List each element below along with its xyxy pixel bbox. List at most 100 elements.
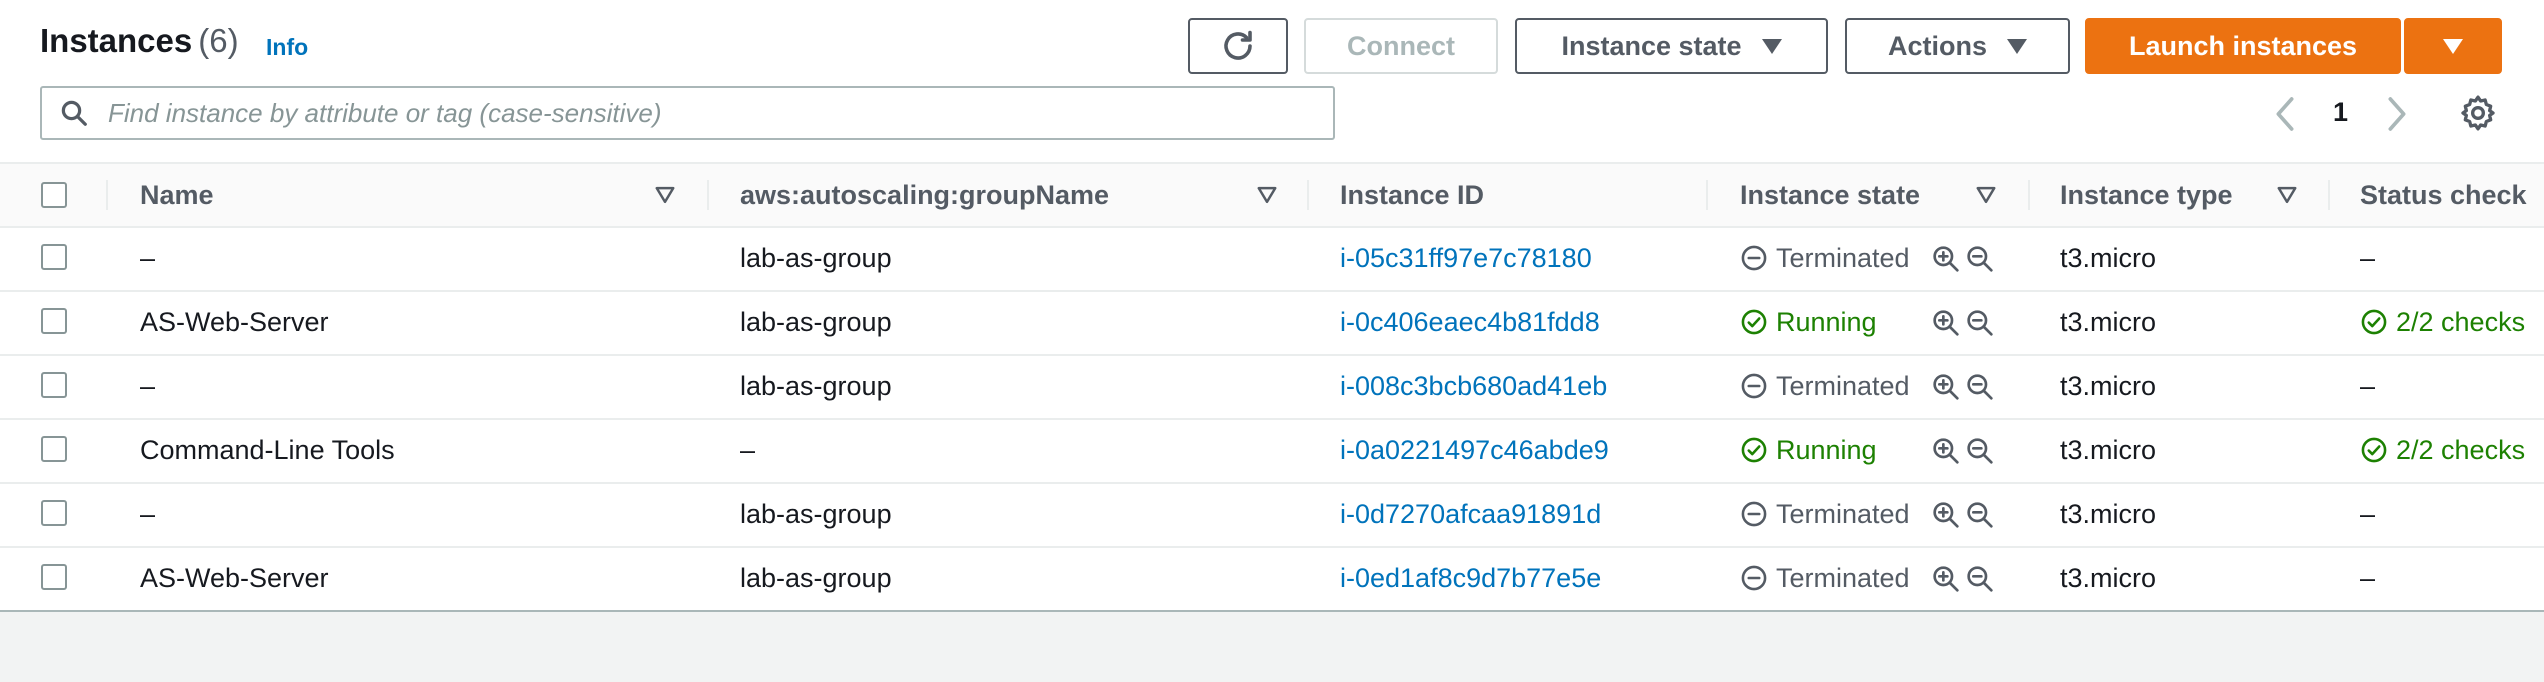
instance-state: Terminated — [1740, 226, 1910, 290]
state-filter-icons — [1930, 563, 1996, 600]
row-checkbox[interactable] — [41, 500, 67, 526]
zoom-out-icon[interactable] — [1964, 563, 1996, 600]
connect-button[interactable]: Connect — [1304, 18, 1498, 74]
column-header-group[interactable]: aws:autoscaling:groupName — [740, 164, 1109, 226]
sort-icon[interactable] — [2276, 184, 2298, 211]
instance-state-text: Terminated — [1776, 498, 1910, 529]
instance-id-link[interactable]: i-0a0221497c46abde9 — [1340, 418, 1609, 482]
next-page-icon[interactable] — [2382, 94, 2412, 139]
caret-down-icon — [2007, 38, 2027, 54]
status-check-text: 2/2 checks — [2396, 434, 2526, 465]
instance-name: – — [140, 242, 156, 273]
instance-type: t3.micro — [2060, 498, 2157, 529]
column-header-instance-state[interactable]: Instance state — [1740, 164, 1920, 226]
row-checkbox[interactable] — [41, 308, 67, 334]
autoscaling-group: lab-as-group — [740, 498, 892, 529]
actions-label: Actions — [1887, 30, 1987, 61]
zoom-out-icon[interactable] — [1964, 307, 1996, 344]
column-header-instance-type[interactable]: Instance type — [2060, 164, 2233, 226]
status-check-text: – — [2360, 370, 2376, 401]
sort-icon[interactable] — [1975, 184, 1997, 211]
zoom-in-icon[interactable] — [1930, 499, 1962, 536]
column-header-instance-id[interactable]: Instance ID — [1340, 164, 1484, 226]
instance-name: Command-Line Tools — [140, 434, 395, 465]
instance-name: AS-Web-Server — [140, 562, 329, 593]
instance-id-link[interactable]: i-05c31ff97e7c78180 — [1340, 226, 1592, 290]
stopped-circle-icon — [1740, 372, 1768, 400]
search-icon — [42, 98, 106, 128]
zoom-out-icon[interactable] — [1964, 499, 1996, 536]
zoom-in-icon[interactable] — [1930, 435, 1962, 472]
previous-page-icon[interactable] — [2270, 94, 2300, 139]
table-row[interactable]: AS-Web-Server lab-as-group i-0c406eaec4b81… — [0, 290, 2544, 356]
instance-id-link[interactable]: i-0ed1af8c9d7b77e5e — [1340, 546, 1601, 610]
check-circle-icon — [1740, 436, 1768, 464]
instance-type: t3.micro — [2060, 370, 2157, 401]
instance-id-link[interactable]: i-008c3bcb680ad41eb — [1340, 354, 1607, 418]
launch-options-dropdown[interactable] — [2404, 18, 2502, 74]
zoom-out-icon[interactable] — [1964, 435, 1996, 472]
actions-dropdown[interactable]: Actions — [1845, 18, 2070, 74]
row-checkbox[interactable] — [41, 564, 67, 590]
table-header: Name aws:autoscaling:groupName Instance … — [0, 162, 2544, 228]
zoom-in-icon[interactable] — [1930, 307, 1962, 344]
instance-type: t3.micro — [2060, 434, 2157, 465]
current-page-number[interactable]: 1 — [2333, 97, 2348, 128]
instance-state-dropdown[interactable]: Instance state — [1515, 18, 1828, 74]
instance-name: AS-Web-Server — [140, 306, 329, 337]
table-row[interactable]: – lab-as-group i-05c31ff97e7c78180 Terminat… — [0, 226, 2544, 292]
instance-state: Running — [1740, 290, 1877, 354]
status-check: 2/2 checks — [2360, 290, 2525, 354]
check-circle-icon — [2360, 436, 2388, 464]
zoom-out-icon[interactable] — [1964, 371, 1996, 408]
check-circle-icon — [2360, 308, 2388, 336]
gear-icon[interactable] — [2458, 93, 2498, 138]
search-input[interactable] — [106, 96, 1333, 130]
status-check: – — [2360, 354, 2375, 418]
row-checkbox[interactable] — [41, 244, 67, 270]
instance-state: Running — [1740, 418, 1877, 482]
row-checkbox[interactable] — [41, 436, 67, 462]
column-header-name[interactable]: Name — [140, 164, 214, 226]
instance-type: t3.micro — [2060, 306, 2157, 337]
column-divider — [2028, 180, 2030, 210]
instance-name: – — [140, 498, 156, 529]
instance-state: Terminated — [1740, 354, 1910, 418]
stopped-circle-icon — [1740, 564, 1768, 592]
status-check: – — [2360, 482, 2375, 546]
state-filter-icons — [1930, 435, 1996, 472]
refresh-icon — [1220, 28, 1256, 64]
refresh-button[interactable] — [1188, 18, 1288, 74]
instance-count: (6) — [198, 22, 239, 59]
search-box[interactable] — [40, 86, 1335, 140]
instance-state-text: Running — [1776, 434, 1877, 465]
zoom-in-icon[interactable] — [1930, 243, 1962, 280]
column-divider — [1307, 180, 1309, 210]
table-row[interactable]: AS-Web-Server lab-as-group i-0ed1af8c9d7b7… — [0, 546, 2544, 610]
zoom-out-icon[interactable] — [1964, 243, 1996, 280]
status-check: – — [2360, 226, 2375, 290]
stopped-circle-icon — [1740, 500, 1768, 528]
column-header-status-check[interactable]: Status check — [2360, 164, 2527, 226]
sort-icon[interactable] — [654, 184, 676, 211]
select-all-checkbox[interactable] — [41, 182, 67, 208]
row-checkbox[interactable] — [41, 372, 67, 398]
instance-state-text: Terminated — [1776, 562, 1910, 593]
table-row[interactable]: – lab-as-group i-008c3bcb680ad41eb Terminat… — [0, 354, 2544, 420]
zoom-in-icon[interactable] — [1930, 371, 1962, 408]
status-check: – — [2360, 546, 2375, 610]
column-divider — [106, 180, 108, 210]
zoom-in-icon[interactable] — [1930, 563, 1962, 600]
page-title-text: Instances — [40, 22, 193, 59]
instance-id-link[interactable]: i-0c406eaec4b81fdd8 — [1340, 290, 1600, 354]
check-circle-icon — [1740, 308, 1768, 336]
column-divider — [707, 180, 709, 210]
sort-icon[interactable] — [1256, 184, 1278, 211]
instance-id-link[interactable]: i-0d7270afcaa91891d — [1340, 482, 1601, 546]
state-filter-icons — [1930, 371, 1996, 408]
launch-instances-button[interactable]: Launch instances — [2085, 18, 2401, 74]
table-row[interactable]: – lab-as-group i-0d7270afcaa91891d Terminat… — [0, 482, 2544, 548]
status-check-text: – — [2360, 498, 2376, 529]
info-link[interactable]: Info — [266, 34, 308, 61]
table-row[interactable]: Command-Line Tools – i-0a0221497c46abde9 Ru… — [0, 418, 2544, 484]
